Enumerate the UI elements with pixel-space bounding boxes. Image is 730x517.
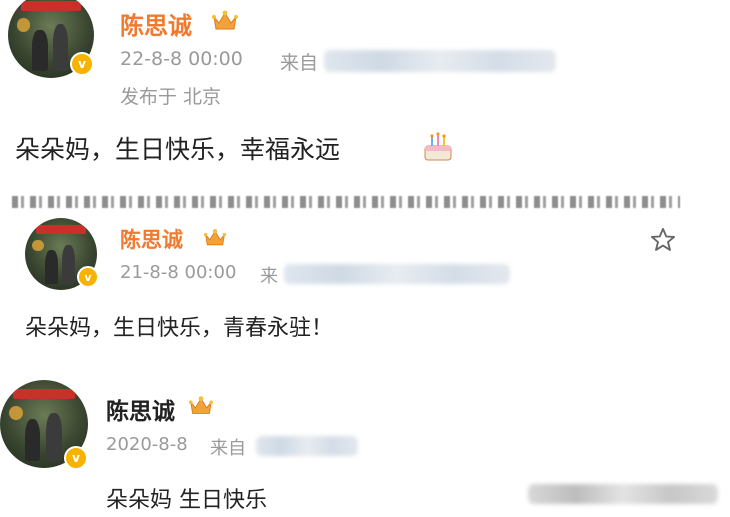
watermark-blurred [528,484,718,504]
crown-icon [212,10,238,30]
source-device-blurred [324,50,556,72]
cake-emoji-icon [424,132,452,161]
source-label: 来自 [280,52,319,74]
crown-icon [203,229,227,246]
star-favorite-icon[interactable] [649,226,677,254]
source-device-blurred [256,436,358,456]
cropped-text-strip [12,196,680,208]
verified-badge-icon: v [64,446,88,470]
weibo-post-2: v 陈思诚 21-8-8 00:00 来 朵朵妈，生日快乐，青春永驻！ [0,210,730,350]
author-name[interactable]: 陈思诚 [120,224,183,254]
weibo-post-3: v 陈思诚 2020-8-8 来自 朵朵妈 生日快乐 [0,370,730,517]
source-device-blurred [284,264,510,284]
post-time[interactable]: 2020-8-8 [106,434,188,455]
source-label: 来自 [210,438,246,459]
verified-badge-icon: v [70,52,94,76]
author-name[interactable]: 陈思诚 [120,6,192,41]
post-location: 发布于 北京 [120,86,222,108]
post-content: 朵朵妈，生日快乐，幸福永远 [15,135,341,164]
author-name[interactable]: 陈思诚 [106,392,175,426]
source-label: 来 [260,266,278,287]
verified-badge-icon: v [77,266,99,288]
post-content: 朵朵妈，生日快乐，青春永驻！ [25,316,334,341]
post-time[interactable]: 21-8-8 00:00 [120,262,236,283]
weibo-post-1: v 陈思诚 22-8-8 00:00 来自 发布于 北京 朵朵妈，生日快乐，幸福… [0,0,730,190]
post-time[interactable]: 22-8-8 00:00 [120,48,243,70]
crown-icon [188,396,214,414]
post-content: 朵朵妈 生日快乐 [106,488,267,513]
